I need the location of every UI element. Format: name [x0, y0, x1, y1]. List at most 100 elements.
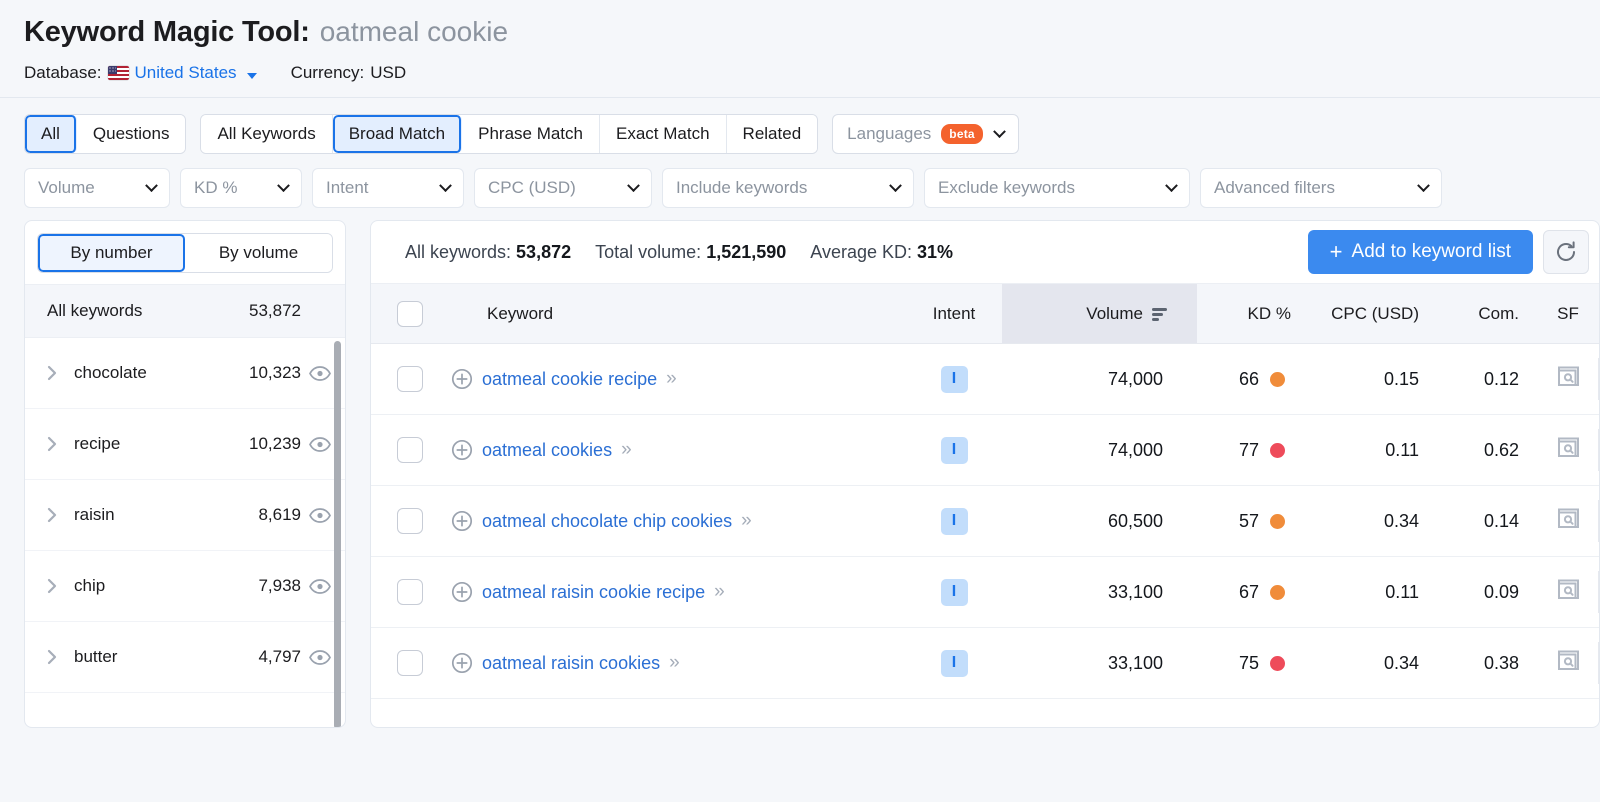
sidebar-item-raisin[interactable]: raisin 8,619	[25, 480, 345, 551]
filter-volume[interactable]: Volume	[24, 168, 170, 208]
keyword-link[interactable]: oatmeal chocolate chip cookies	[482, 511, 732, 532]
double-chevron-right-icon[interactable]: »	[621, 439, 631, 461]
sf-cell	[1537, 485, 1599, 557]
filter-kd[interactable]: KD %	[180, 168, 302, 208]
filter-cpc[interactable]: CPC (USD)	[474, 168, 652, 208]
tab-exact-match[interactable]: Exact Match	[600, 115, 727, 153]
tab-related[interactable]: Related	[726, 115, 818, 153]
chevron-right-icon[interactable]	[47, 578, 65, 594]
eye-icon[interactable]	[301, 578, 331, 594]
com-cell: 0.09	[1445, 556, 1537, 628]
sf-cell	[1537, 627, 1599, 699]
column-header-intent[interactable]: Intent	[906, 283, 1002, 344]
sidebar-scrollbar[interactable]	[334, 341, 341, 727]
serp-feature-icon[interactable]	[1557, 508, 1580, 534]
tab-questions[interactable]: Questions	[76, 115, 186, 153]
eye-icon[interactable]	[301, 649, 331, 665]
row-checkbox[interactable]	[397, 508, 423, 534]
keyword-link[interactable]: oatmeal raisin cookie recipe	[482, 582, 705, 603]
table-row[interactable]: oatmeal cookie recipe » I 74,000 66 0.15…	[371, 343, 1599, 415]
chevron-right-icon[interactable]	[47, 649, 65, 665]
com-cell: 0.14	[1445, 485, 1537, 557]
chevron-down-icon[interactable]	[243, 63, 257, 83]
intent-badge[interactable]: I	[940, 507, 968, 535]
filter-include-keywords[interactable]: Include keywords	[662, 168, 914, 208]
row-checkbox[interactable]	[397, 650, 423, 676]
refresh-icon[interactable]	[1543, 230, 1589, 274]
double-chevron-right-icon[interactable]: »	[669, 652, 679, 674]
keyword-link[interactable]: oatmeal raisin cookies	[482, 653, 660, 674]
double-chevron-right-icon[interactable]: »	[741, 510, 751, 532]
row-checkbox[interactable]	[397, 437, 423, 463]
column-header-keyword[interactable]: Keyword	[449, 283, 906, 344]
tab-by-volume[interactable]: By volume	[185, 234, 332, 272]
chevron-right-icon[interactable]	[47, 365, 65, 381]
sidebar-item-all-keywords[interactable]: All keywords 53,872	[25, 285, 345, 338]
select-all-checkbox[interactable]	[397, 300, 423, 327]
intent-badge[interactable]: I	[940, 365, 968, 393]
cpc-cell: 0.15	[1315, 343, 1445, 415]
add-keyword-icon[interactable]	[451, 581, 473, 603]
serp-feature-icon[interactable]	[1557, 650, 1580, 676]
column-header-volume[interactable]: Volume	[1002, 283, 1197, 344]
column-header-kd[interactable]: KD %	[1197, 283, 1315, 344]
database-selector[interactable]: Database: United States	[24, 63, 257, 83]
add-to-keyword-list-button[interactable]: + Add to keyword list	[1307, 230, 1533, 274]
filter-advanced[interactable]: Advanced filters	[1200, 168, 1442, 208]
sidebar-item-recipe[interactable]: recipe 10,239	[25, 409, 345, 480]
add-keyword-icon[interactable]	[451, 652, 473, 674]
filter-exclude-keywords[interactable]: Exclude keywords	[924, 168, 1190, 208]
tab-all-keywords[interactable]: All Keywords	[201, 115, 333, 153]
double-chevron-right-icon[interactable]: »	[666, 368, 676, 390]
sidebar-item-chocolate[interactable]: chocolate 10,323	[25, 338, 345, 409]
add-keyword-icon[interactable]	[451, 368, 473, 390]
table-row[interactable]: oatmeal raisin cookies » I 33,100 75 0.3…	[371, 627, 1599, 699]
tab-phrase-match[interactable]: Phrase Match	[462, 115, 600, 153]
chevron-down-icon	[1417, 178, 1430, 198]
sidebar-group-list: All keywords 53,872 chocolate 10,323 rec…	[25, 284, 345, 727]
add-keyword-icon[interactable]	[451, 439, 473, 461]
keyword-link[interactable]: oatmeal cookies	[482, 440, 612, 461]
row-checkbox[interactable]	[397, 579, 423, 605]
row-select-cell	[371, 556, 449, 628]
kd-status-dot	[1270, 655, 1285, 671]
languages-dropdown[interactable]: Languages beta	[832, 114, 1019, 154]
tab-all[interactable]: All	[25, 115, 77, 153]
serp-feature-icon[interactable]	[1557, 366, 1580, 392]
column-header-com[interactable]: Com.	[1445, 283, 1537, 344]
tab-by-number[interactable]: By number	[38, 234, 185, 272]
add-keyword-icon[interactable]	[451, 510, 473, 532]
double-chevron-right-icon[interactable]: »	[714, 581, 724, 603]
filter-intent[interactable]: Intent	[312, 168, 464, 208]
plus-icon: +	[1329, 239, 1343, 264]
row-checkbox[interactable]	[397, 366, 423, 392]
sidebar-item-chip[interactable]: chip 7,938	[25, 551, 345, 622]
eye-icon[interactable]	[301, 365, 331, 381]
column-header-sf[interactable]: SF	[1537, 283, 1599, 344]
results-toolbar: All keywords: 53,872 Total volume: 1,521…	[371, 221, 1599, 283]
sidebar-item-butter[interactable]: butter 4,797	[25, 622, 345, 693]
sidebar-toggle-group: By number By volume	[37, 233, 333, 273]
tab-broad-match[interactable]: Broad Match	[332, 115, 463, 153]
serp-feature-icon[interactable]	[1557, 437, 1580, 463]
table-row[interactable]: oatmeal chocolate chip cookies » I 60,50…	[371, 485, 1599, 557]
sort-descending-icon[interactable]	[1152, 308, 1167, 321]
intent-badge[interactable]: I	[940, 578, 968, 606]
column-header-cpc[interactable]: CPC (USD)	[1315, 283, 1445, 344]
intent-badge[interactable]: I	[940, 649, 968, 677]
keyword-link[interactable]: oatmeal cookie recipe	[482, 369, 657, 390]
eye-icon[interactable]	[301, 507, 331, 523]
keywords-table: Keyword Intent Volume KD % CPC (USD) Com…	[371, 283, 1599, 699]
filter-include-keywords-label: Include keywords	[676, 178, 808, 197]
chevron-right-icon[interactable]	[47, 436, 65, 452]
table-row[interactable]: oatmeal cookies » I 74,000 77 0.11 0.62	[371, 414, 1599, 486]
toolbar-actions: + Add to keyword list	[1307, 230, 1599, 274]
serp-feature-icon[interactable]	[1557, 579, 1580, 605]
intent-badge[interactable]: I	[940, 436, 968, 464]
database-value[interactable]: United States	[135, 63, 237, 83]
row-select-cell	[371, 485, 449, 557]
chevron-right-icon[interactable]	[47, 507, 65, 523]
table-row[interactable]: oatmeal raisin cookie recipe » I 33,100 …	[371, 556, 1599, 628]
eye-icon[interactable]	[301, 436, 331, 452]
match-filter-group: All Keywords Broad Match Phrase Match Ex…	[200, 114, 819, 154]
